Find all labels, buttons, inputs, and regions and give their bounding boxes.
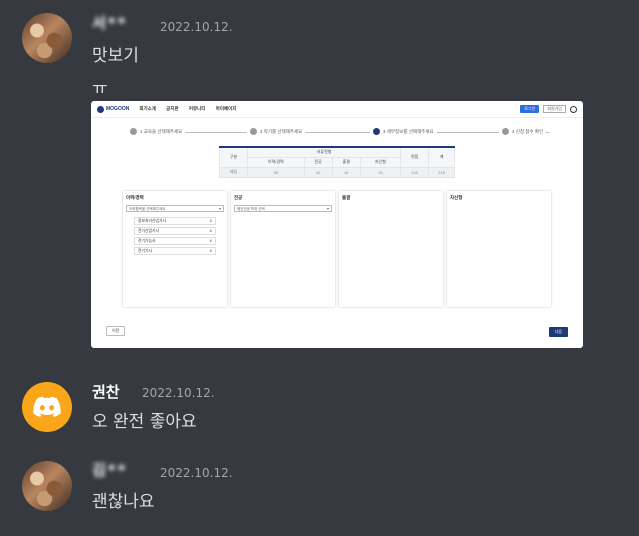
user-avatar[interactable] [22,461,72,511]
menu-item[interactable]: 공지판 [166,106,178,111]
prev-button[interactable]: 이전 [106,326,126,336]
timestamp: 2022.10.12. [142,386,215,400]
table-head: 출결 [331,156,361,168]
major-select[interactable]: 해당전공 학과 선택 [234,205,332,212]
close-icon[interactable]: X [209,218,212,224]
step-1: 1 교육을 선택해주세요 [127,128,186,135]
username[interactable]: 서** [92,12,128,33]
table-head: 구분 [218,146,249,168]
table-cell: 15 [359,166,402,178]
menu-item[interactable]: 회기소개 [139,106,156,111]
username[interactable]: 김** [92,459,128,480]
table-head: 전공 [303,156,333,168]
close-icon[interactable]: X [209,248,212,254]
message-text: 오 완전 좋아요 [92,412,197,432]
menu-item[interactable]: 마이페이지 [216,106,237,111]
list-item: 전기기능사 X [134,237,216,245]
timestamp: 2022.10.12. [160,466,233,480]
table-cell: 215 [428,166,455,178]
signup-button[interactable]: 회원가입 [543,105,566,113]
step-3: 3 세부정보를 선택해주세요 [370,128,437,135]
table-head: 서류전형 [247,146,402,158]
image-attachment[interactable]: MOGOON 회기소개 공지판 커뮤니티 마이페이지 로그인 회원가입 1 교육… [91,101,583,348]
list-item: 정보처리산업기사 X [134,217,216,225]
close-icon[interactable]: X [209,238,212,244]
table-head: 이력/경력 [247,156,305,168]
user-avatar[interactable] [22,382,72,432]
timestamp: 2022.10.12. [160,20,233,34]
panel-assets: 자산형 [447,191,551,307]
list-item: 전기기사 X [134,247,216,255]
panel-attendance: 출결 [339,191,443,307]
table-cell: 40 [303,166,333,178]
table-cell: 10 [331,166,361,178]
message-text: 괜찮나요 [92,492,155,512]
logo-icon [97,105,104,113]
close-icon[interactable]: X [209,228,212,234]
message-text: ㅠ [92,79,108,99]
selection-panels: 이력/경력 이력항목을 선택해주세요 정보처리산업기사X 전기산업기사X 전기기… [123,191,551,307]
step-progress: 1 교육을 선택해주세요 2 학기를 선택해주세요 3 세부정보를 선택해주세요… [127,128,549,138]
discord-icon [33,396,61,417]
username[interactable]: 권찬 [92,381,120,402]
user-icon[interactable] [570,105,577,113]
table-head: 계 [428,146,455,168]
table-head: 면접 [400,146,430,168]
table-cell: 배점 [218,166,249,178]
step-4: 4 신청 접수 확인 [499,128,547,135]
career-select[interactable]: 이력항목을 선택해주세요 [126,205,224,212]
table-cell: 50 [247,166,305,178]
login-button[interactable]: 로그인 [520,105,540,113]
next-button[interactable]: 다음 [548,327,568,337]
site-menu: 회기소개 공지판 커뮤니티 마이페이지 [139,106,245,112]
user-avatar[interactable] [22,13,72,63]
message-text: 맛보기 [92,46,139,66]
step-2: 2 학기를 선택해주세요 [247,128,306,135]
list-item: 전기산업기사 X [134,227,216,235]
site-logo[interactable]: MOGOON [97,105,129,113]
panel-major: 전공 해당전공 학과 선택 [231,191,335,307]
panel-career: 이력/경력 이력항목을 선택해주세요 정보처리산업기사X 전기산업기사X 전기기… [123,191,227,307]
table-head: 자산형 [359,156,402,168]
table-cell: 100 [400,166,430,178]
score-table: 구분 서류전형 면접 계 이력/경력 전공 출결 자산형 배점 50 40 10… [218,146,455,178]
menu-item[interactable]: 커뮤니티 [189,106,206,111]
site-navbar: MOGOON 회기소개 공지판 커뮤니티 마이페이지 로그인 회원가입 [91,101,583,118]
